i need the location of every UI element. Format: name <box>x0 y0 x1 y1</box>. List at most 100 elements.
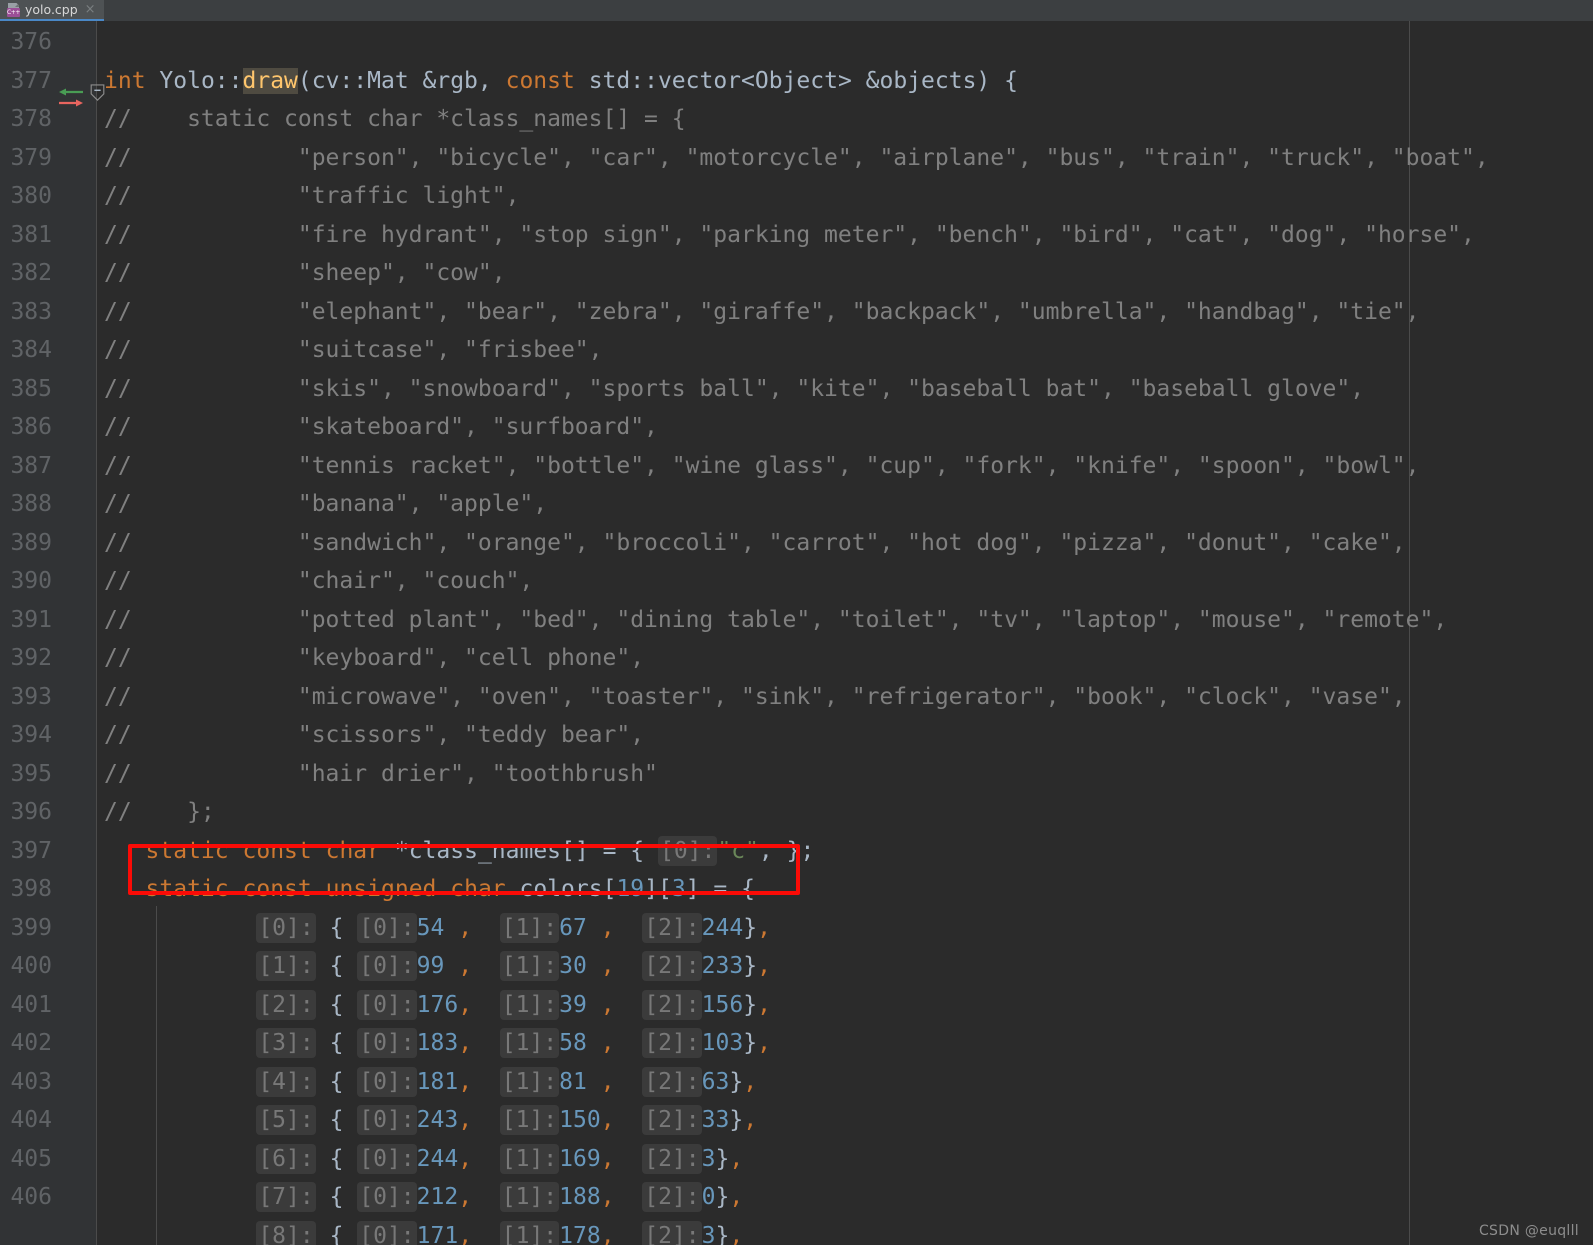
tab-label: yolo.cpp <box>25 2 78 17</box>
inlay-hint-index: [1]: <box>499 912 560 943</box>
inlay-hint-index: [8]: <box>256 1220 316 1245</box>
inlay-hint-index: [4]: <box>256 1066 316 1097</box>
inlay-hint-index: [0]: <box>357 1143 417 1174</box>
comment-line[interactable]: // "skis", "snowboard", "sports ball", "… <box>104 370 1364 409</box>
code-line-377[interactable]: int Yolo::draw(cv::Mat &rgb, const std::… <box>104 62 1018 101</box>
line-number: 389 <box>10 529 52 556</box>
comment-line[interactable]: // "microwave", "oven", "toaster", "sink… <box>104 678 1406 717</box>
comment-line[interactable]: // "sheep", "cow", <box>104 254 506 293</box>
color-entry-line[interactable]: [4]: { [0]:181, [1]:81 , [2]:63}, <box>104 1063 757 1102</box>
line-number: 377 <box>10 67 52 94</box>
line-number: 379 <box>10 144 52 171</box>
color-entry-line[interactable]: [6]: { [0]:244, [1]:169, [2]:3}, <box>104 1140 743 1179</box>
code-line-397[interactable]: static const char *class_names[] = { [0]… <box>104 832 814 871</box>
tab-yolo-cpp[interactable]: C++ yolo.cpp × <box>0 0 104 21</box>
inlay-hint-index: [1]: <box>499 1220 560 1245</box>
comment-line[interactable]: // "fire hydrant", "stop sign", "parking… <box>104 216 1475 255</box>
comment-line[interactable]: // "skateboard", "surfboard", <box>104 408 658 447</box>
line-number: 400 <box>10 953 52 979</box>
inlay-hint-index: [2]: <box>642 1182 702 1212</box>
color-entry-line-partial[interactable]: [8]: { [0]:171, [1]:178, [2]:3}, <box>104 1217 743 1245</box>
line-number: 393 <box>10 683 52 710</box>
inlay-hint-index: [2]: <box>642 989 702 1020</box>
line-number: 395 <box>10 760 52 787</box>
inlay-hint-index: [0]: <box>357 1028 417 1058</box>
inlay-hint-index: [0]: <box>357 1182 417 1212</box>
line-number: 396 <box>10 799 52 825</box>
line-number: 398 <box>10 876 52 902</box>
code-editor[interactable]: 376 377 378 379 380 381 382 383 384 385 386 387 388 3… <box>0 21 1593 1245</box>
inlay-hint-index: [2]: <box>642 951 702 981</box>
line-number: 404 <box>10 1107 52 1133</box>
line-number: 399 <box>10 914 52 941</box>
comment-line[interactable]: // "hair drier", "toothbrush" <box>104 755 658 794</box>
inlay-hint-index: [2]: <box>642 912 702 943</box>
comment-line[interactable]: // "tennis racket", "bottle", "wine glas… <box>104 447 1419 486</box>
code-line-398[interactable]: static const unsigned char colors[19][3]… <box>104 870 755 909</box>
comment-line[interactable]: // "scissors", "teddy bear", <box>104 716 644 755</box>
cpp-file-icon-label: C++ <box>7 7 21 17</box>
color-entry-line[interactable]: [1]: { [0]:99 , [1]:30 , [2]:233}, <box>104 947 771 986</box>
highlighted-identifier: draw <box>242 67 298 94</box>
inlay-hint-index: [2]: <box>642 1143 702 1174</box>
comment-line[interactable]: // "potted plant", "bed", "dining table"… <box>104 601 1447 640</box>
line-number: 402 <box>10 1030 52 1056</box>
line-number: 386 <box>10 414 52 440</box>
line-number: 376 <box>10 29 52 55</box>
cpp-file-icon: C++ <box>7 2 21 17</box>
inlay-hint-index: [7]: <box>256 1182 316 1212</box>
line-number: 383 <box>10 298 52 325</box>
inlay-hint-index: [6]: <box>256 1143 316 1174</box>
line-number: 391 <box>10 606 52 633</box>
inlay-hint-index: [2]: <box>642 1028 702 1058</box>
inlay-hint-index: [0]: <box>357 912 417 943</box>
line-number: 387 <box>10 452 52 479</box>
comment-line[interactable]: // "elephant", "bear", "zebra", "giraffe… <box>104 293 1419 332</box>
color-entry-line[interactable]: [0]: { [0]:54 , [1]:67 , [2]:244}, <box>104 909 771 948</box>
inlay-hint-index: [0]: <box>357 1066 417 1097</box>
inlay-hint-index: [0]: <box>357 951 417 981</box>
line-number: 380 <box>10 183 52 209</box>
line-number: 406 <box>10 1184 52 1210</box>
color-entry-line[interactable]: [5]: { [0]:243, [1]:150, [2]:33}, <box>104 1101 757 1140</box>
comment-line[interactable]: // "suitcase", "frisbee", <box>104 331 603 370</box>
inlay-hint-index: [1]: <box>499 1182 560 1212</box>
comment-line[interactable]: // "chair", "couch", <box>104 562 533 601</box>
inlay-hint-index: [0]: <box>357 989 417 1020</box>
inlay-hint-index: [5]: <box>256 1105 316 1135</box>
comment-line[interactable]: // "traffic light", <box>104 177 519 216</box>
line-number: 384 <box>10 337 52 363</box>
inlay-hint-index: [2]: <box>642 1105 702 1135</box>
line-number: 392 <box>10 645 52 671</box>
inlay-hint-index: [1]: <box>499 1066 560 1097</box>
comment-line[interactable]: // "sandwich", "orange", "broccoli", "ca… <box>104 524 1406 563</box>
inlay-hint-index: [1]: <box>256 951 316 981</box>
comment-line[interactable]: // "person", "bicycle", "car", "motorcyc… <box>104 139 1489 178</box>
comment-line[interactable]: // "banana", "apple", <box>104 485 547 524</box>
close-icon[interactable]: × <box>83 3 96 16</box>
comment-line[interactable]: // static const char *class_names[] = { <box>104 100 686 139</box>
comment-line[interactable]: // }; <box>104 793 215 832</box>
color-entry-line[interactable]: [3]: { [0]:183, [1]:58 , [2]:103}, <box>104 1024 771 1063</box>
comment-line[interactable]: // "keyboard", "cell phone", <box>104 639 644 678</box>
inlay-hint-index: [3]: <box>256 1028 316 1058</box>
inlay-hint-index: [1]: <box>499 989 560 1020</box>
line-number: 397 <box>10 837 52 864</box>
line-number: 385 <box>10 375 52 402</box>
color-entry-line[interactable]: [2]: { [0]:176, [1]:39 , [2]:156}, <box>104 986 771 1025</box>
line-number: 401 <box>10 991 52 1018</box>
color-entry-line[interactable]: [7]: { [0]:212, [1]:188, [2]:0}, <box>104 1178 743 1217</box>
line-number: 388 <box>10 491 52 517</box>
inlay-hint: [0]: <box>657 835 718 866</box>
line-number: 382 <box>10 260 52 286</box>
implemented-method-icon[interactable] <box>56 87 86 109</box>
line-number: 394 <box>10 722 52 748</box>
inlay-hint-index: [0]: <box>357 1105 417 1135</box>
inlay-hint-index: [2]: <box>642 1066 702 1097</box>
inlay-hint-index: [1]: <box>499 1143 560 1174</box>
line-number: 378 <box>10 106 52 132</box>
line-number: 390 <box>10 568 52 594</box>
inlay-hint-index: [1]: <box>499 1105 560 1135</box>
watermark: CSDN @euqlll <box>1478 1223 1579 1239</box>
line-number: 381 <box>10 221 52 248</box>
